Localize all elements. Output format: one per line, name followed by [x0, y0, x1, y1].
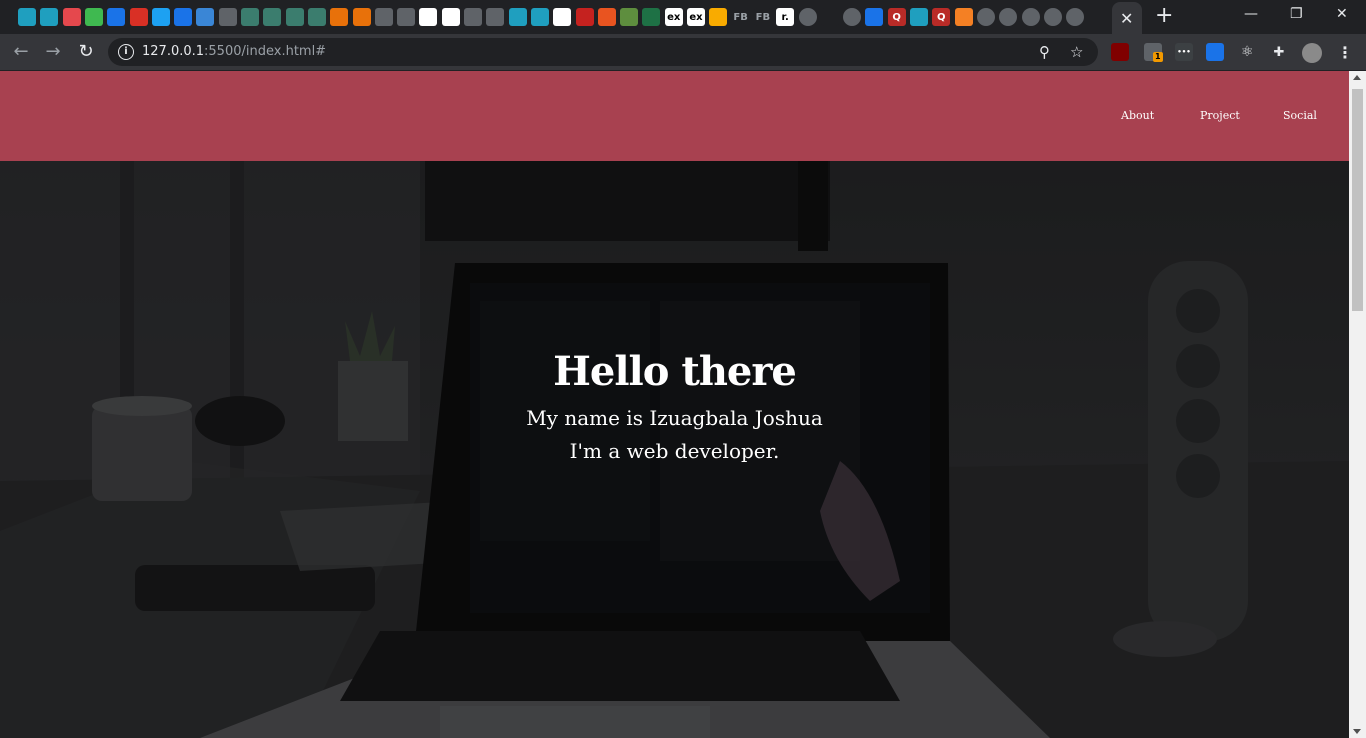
- react-icon[interactable]: [18, 8, 36, 26]
- stack-icon[interactable]: [954, 8, 973, 26]
- new-tab-button[interactable]: +: [1155, 5, 1173, 27]
- scrollbar-thumb[interactable]: [1352, 89, 1363, 311]
- hero-text: Hello there My name is Izuagbala Joshua …: [0, 348, 1349, 468]
- hero-section: Hello there My name is Izuagbala Joshua …: [0, 161, 1349, 738]
- gmail-icon[interactable]: [129, 8, 148, 26]
- netflix-icon[interactable]: [820, 8, 839, 26]
- r-icon[interactable]: r.: [776, 8, 795, 26]
- image-icon[interactable]: [241, 8, 259, 26]
- page-scrollbar[interactable]: [1349, 71, 1366, 738]
- nav-project-link[interactable]: Project: [1200, 109, 1240, 122]
- site-info-icon[interactable]: i: [118, 44, 134, 60]
- twitter-icon[interactable]: [151, 8, 170, 26]
- bookmark-star-icon[interactable]: ☆: [1070, 43, 1083, 61]
- react-icon[interactable]: [508, 8, 527, 26]
- s-icon[interactable]: [1206, 43, 1224, 61]
- address-bar[interactable]: i 127.0.0.1:5500/index.html# ⚲ ☆: [108, 38, 1098, 66]
- back-icon[interactable]: ←: [10, 41, 32, 63]
- globe-icon[interactable]: [1043, 8, 1062, 26]
- image-icon[interactable]: [285, 8, 304, 26]
- forward-icon[interactable]: →: [42, 41, 64, 63]
- ex-icon[interactable]: ex: [664, 8, 683, 26]
- hero-subtitle-role: I'm a web developer.: [569, 439, 780, 463]
- wordpress-icon[interactable]: [464, 8, 482, 26]
- hero-title: Hello there: [553, 348, 797, 395]
- scroll-up-icon[interactable]: [1353, 75, 1361, 80]
- page-viewport: About Project Social Hello there My name…: [0, 71, 1349, 738]
- s-icon[interactable]: [107, 8, 126, 26]
- dash-icon[interactable]: [397, 8, 416, 26]
- v-icon[interactable]: [84, 8, 103, 26]
- scroll-down-icon[interactable]: [1353, 729, 1361, 734]
- fire-icon[interactable]: [330, 8, 349, 26]
- google-icon[interactable]: [419, 8, 438, 26]
- puzzle-icon[interactable]: ✚: [1270, 43, 1288, 61]
- image-icon[interactable]: [307, 8, 326, 26]
- dots-icon[interactable]: •••: [1175, 43, 1193, 61]
- tab-strip: ex ex FB FB r. Q Q ✕ + — ❐ ✕: [0, 0, 1366, 34]
- fire-icon[interactable]: [352, 8, 371, 26]
- hero-subtitle-name: My name is Izuagbala Joshua: [526, 406, 823, 430]
- a-icon[interactable]: [374, 8, 393, 26]
- extension-badge-icon[interactable]: 1: [1144, 43, 1163, 62]
- m-icon[interactable]: [62, 8, 81, 26]
- reload-icon[interactable]: ↻: [75, 41, 97, 63]
- site-header: About Project Social: [0, 71, 1349, 161]
- close-tab-icon[interactable]: ✕: [1120, 9, 1133, 28]
- fb-icon[interactable]: FB: [753, 8, 772, 26]
- a-icon[interactable]: [486, 8, 505, 26]
- react-icon[interactable]: [40, 8, 59, 26]
- flag-icon[interactable]: [174, 8, 193, 26]
- f-icon[interactable]: [196, 8, 215, 26]
- codepen-icon[interactable]: [441, 8, 460, 26]
- zoom-icon[interactable]: ⚲: [1039, 43, 1050, 61]
- u-icon[interactable]: [575, 8, 594, 26]
- restore-button[interactable]: ❐: [1290, 6, 1303, 22]
- react-icon[interactable]: [910, 8, 928, 26]
- globe-icon[interactable]: [1021, 8, 1040, 26]
- fb-icon[interactable]: FB: [731, 8, 750, 26]
- ubuntu-icon[interactable]: [597, 8, 616, 26]
- active-tab[interactable]: ✕: [1112, 2, 1142, 34]
- globe-icon[interactable]: [798, 8, 817, 26]
- q-icon[interactable]: Q: [887, 8, 906, 26]
- menu-icon[interactable]: ⋮: [1336, 43, 1354, 62]
- shopify-icon[interactable]: [620, 8, 639, 26]
- q-icon[interactable]: Q: [932, 8, 951, 26]
- globe-icon[interactable]: [843, 8, 862, 26]
- excel-icon[interactable]: [642, 8, 661, 26]
- react-icon[interactable]: [530, 8, 549, 26]
- wifi-icon[interactable]: [218, 8, 237, 26]
- close-window-button[interactable]: ✕: [1336, 6, 1348, 22]
- url-text[interactable]: 127.0.0.1:5500/index.html#: [142, 44, 326, 59]
- nav-social-link[interactable]: Social: [1283, 109, 1317, 122]
- ex-icon[interactable]: ex: [687, 8, 705, 26]
- globe-icon[interactable]: [1066, 8, 1085, 26]
- pencil-icon[interactable]: [709, 8, 728, 26]
- codepen-icon[interactable]: [553, 8, 572, 26]
- nav-about-link[interactable]: About: [1121, 109, 1154, 122]
- flag-icon[interactable]: [865, 8, 884, 26]
- image-icon[interactable]: [263, 8, 282, 26]
- ublock-icon[interactable]: [1111, 43, 1129, 61]
- globe-icon[interactable]: [999, 8, 1018, 26]
- minimize-button[interactable]: —: [1244, 6, 1258, 22]
- extension-badge: 1: [1153, 52, 1163, 62]
- avatar[interactable]: [1302, 43, 1322, 63]
- globe-icon[interactable]: [976, 8, 995, 26]
- react-icon[interactable]: ⚛: [1238, 43, 1256, 61]
